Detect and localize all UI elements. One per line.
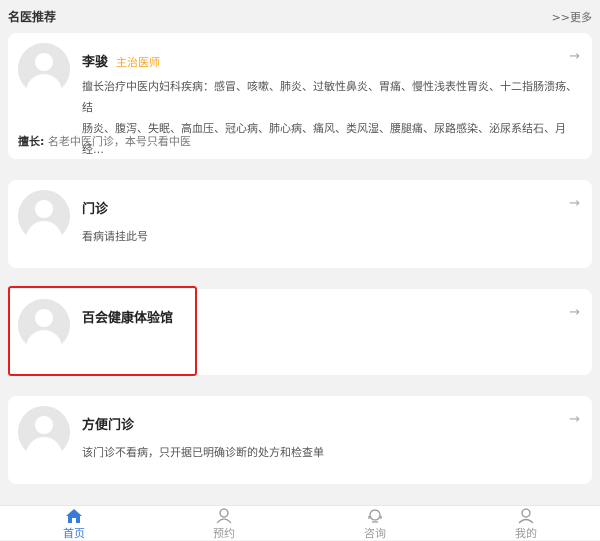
- appointment-icon: [216, 508, 232, 524]
- specialty-label: 擅长:: [18, 135, 45, 148]
- avatar: [18, 190, 70, 242]
- profile-icon: [518, 508, 534, 524]
- arrow-right-icon: →: [569, 412, 580, 427]
- consult-icon: [368, 509, 382, 523]
- clinic-name: 百会健康体验馆: [82, 311, 174, 326]
- clinic-card[interactable]: 门诊 → 看病请挂此号: [8, 180, 592, 268]
- avatar: [18, 299, 70, 351]
- more-link[interactable]: >>更多: [552, 9, 592, 25]
- specialty-value: 名老中医门诊，本号只看中医: [47, 135, 191, 148]
- clinic-description: 看病请挂此号: [82, 230, 148, 243]
- bottom-tab-bar: 首页 预约 咨询 我的: [0, 505, 600, 540]
- avatar: [18, 406, 70, 458]
- clinic-name: 门诊: [82, 202, 109, 217]
- home-icon: [66, 509, 82, 523]
- avatar: [18, 43, 70, 95]
- clinic-description: 该门诊不看病，只开据已明确诊断的处方和检查单: [82, 446, 324, 459]
- arrow-right-icon: →: [569, 49, 580, 64]
- section-title: 名医推荐: [8, 10, 57, 24]
- clinic-card[interactable]: 方便门诊 → 该门诊不看病，只开据已明确诊断的处方和检查单: [8, 396, 592, 484]
- section-header: 名医推荐 >>更多: [0, 0, 600, 30]
- tab-home[interactable]: 首页: [44, 508, 104, 541]
- arrow-right-icon: →: [569, 305, 580, 320]
- doctor-card[interactable]: 李骏 主治医师 → 擅长治疗中医内妇科疾病：感冒、咳嗽、肺炎、过敏性鼻炎、胃痛、慢…: [8, 33, 592, 159]
- tab-consult[interactable]: 咨询: [345, 508, 405, 541]
- tab-profile[interactable]: 我的: [496, 508, 556, 541]
- doctor-name: 李骏 主治医师: [82, 55, 161, 70]
- clinic-card[interactable]: 百会健康体验馆 →: [8, 289, 592, 375]
- specialty: 擅长: 名老中医门诊，本号只看中医: [18, 133, 191, 149]
- doctor-role: 主治医师: [116, 56, 161, 69]
- tab-appointment[interactable]: 预约: [194, 508, 254, 541]
- arrow-right-icon: →: [569, 196, 580, 211]
- clinic-name: 方便门诊: [82, 418, 135, 433]
